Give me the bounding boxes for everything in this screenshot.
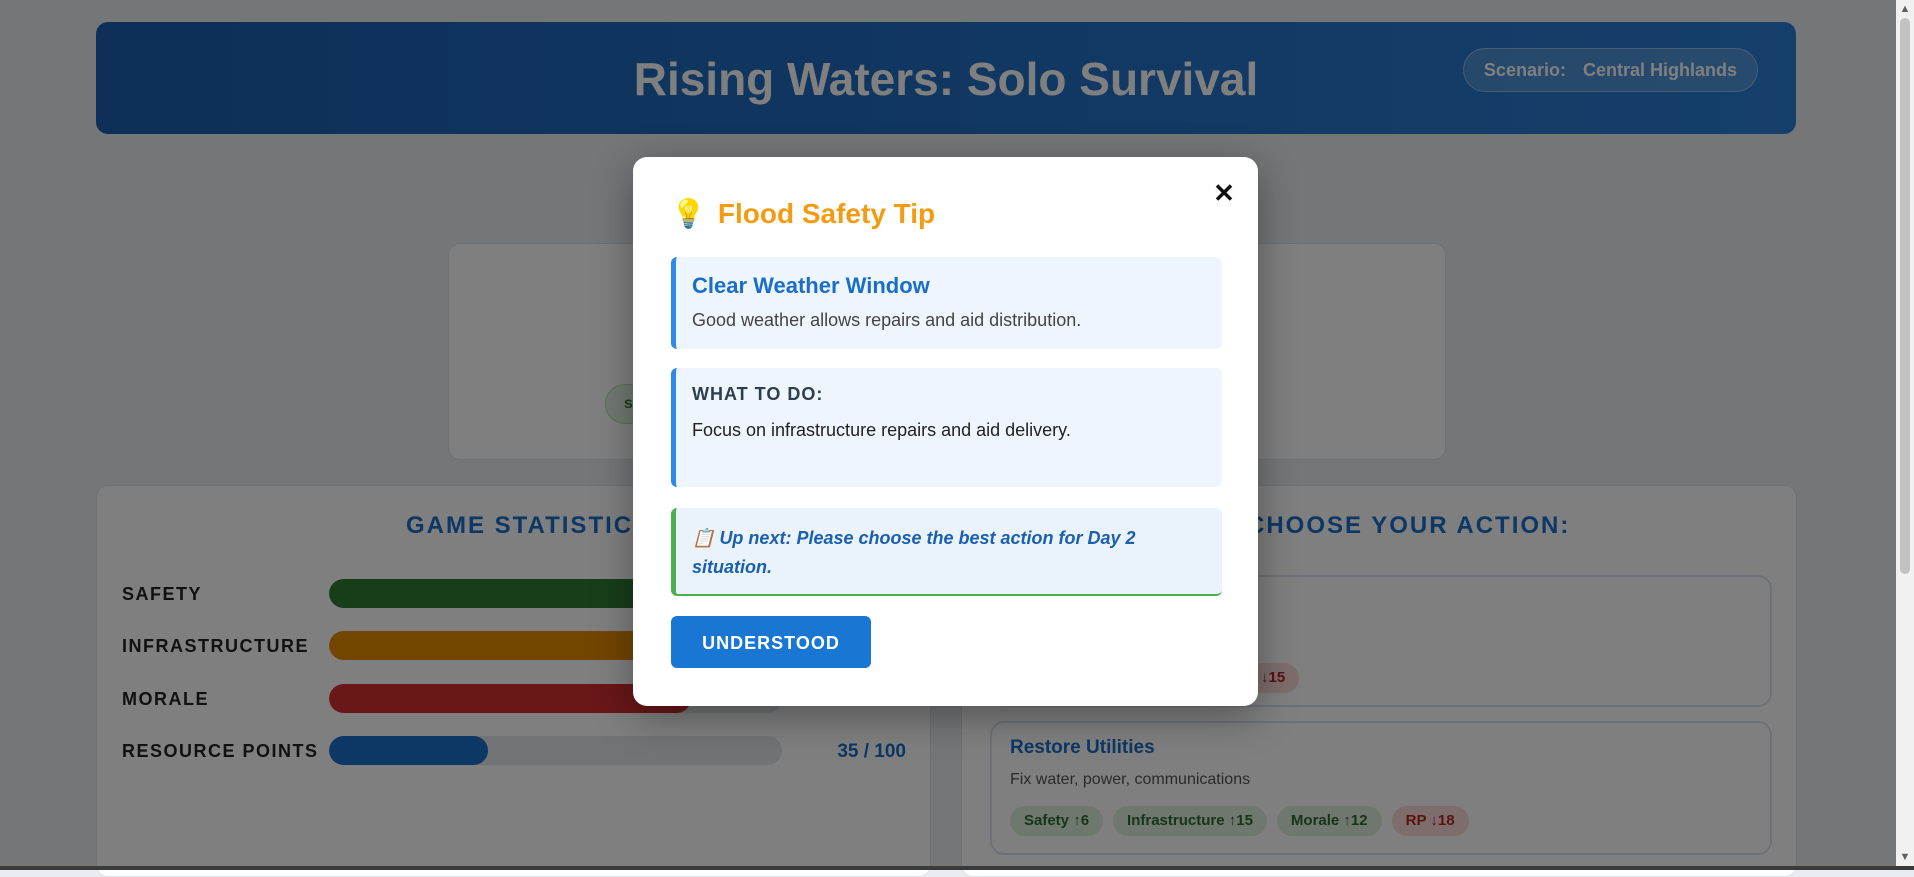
what-to-do-box: WHAT TO DO: Focus on infrastructure repa… — [671, 368, 1222, 487]
what-to-do-heading: WHAT TO DO: — [692, 384, 824, 404]
vertical-scrollbar[interactable]: ▲ ▼ — [1896, 0, 1914, 866]
what-to-do-text: Focus on infrastructure repairs and aid … — [692, 420, 1071, 440]
clipboard-icon: 📋 — [692, 528, 715, 548]
modal-title-text: Flood Safety Tip — [717, 198, 936, 229]
scroll-down-arrow-icon[interactable]: ▼ — [1896, 848, 1914, 866]
close-icon[interactable]: ✕ — [1210, 179, 1238, 207]
tip-heading: Clear Weather Window — [692, 273, 930, 298]
understood-button[interactable]: UNDERSTOOD — [671, 616, 871, 668]
game-page: Rising Waters: Solo Survival Scenario: C… — [0, 0, 1896, 877]
up-next-box: 📋 Up next: Please choose the best action… — [671, 508, 1222, 596]
up-next-message: Up next: Please choose the best action f… — [692, 528, 1136, 577]
scroll-thumb[interactable] — [1900, 18, 1910, 574]
flood-safety-tip-modal: ✕ 💡 Flood Safety Tip Clear Weather Window… — [633, 157, 1258, 706]
tip-box: Clear Weather Window Good weather allows… — [671, 257, 1222, 349]
up-next-text: 📋 Up next: Please choose the best action… — [692, 524, 1192, 582]
bottom-edge — [0, 866, 1914, 870]
scroll-up-arrow-icon[interactable]: ▲ — [1896, 0, 1914, 18]
tip-text: Good weather allows repairs and aid dist… — [692, 310, 1082, 330]
lightbulb-icon: 💡 — [671, 198, 706, 229]
modal-title: 💡 Flood Safety Tip — [671, 197, 935, 230]
